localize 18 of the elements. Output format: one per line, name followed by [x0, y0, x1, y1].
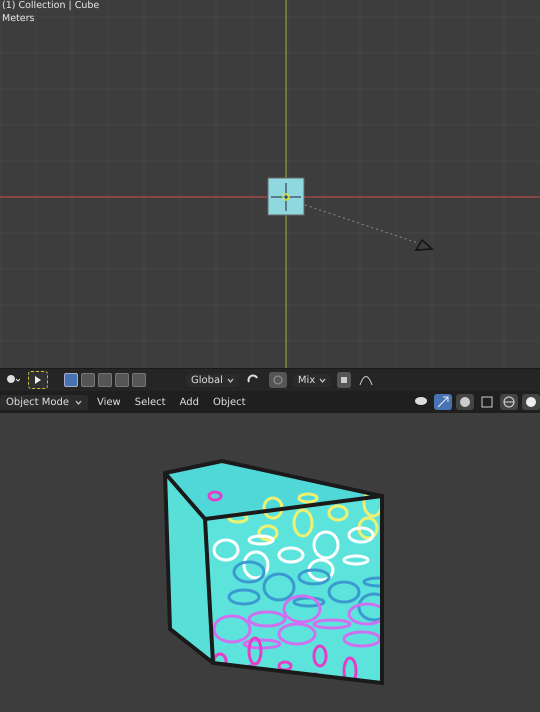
- cube-top-view[interactable]: [268, 178, 304, 216]
- menu-item[interactable]: Add: [174, 394, 204, 410]
- solid-shading-icon[interactable]: [522, 394, 540, 410]
- menu-item[interactable]: Object: [208, 394, 251, 410]
- chevron-icon: [226, 378, 234, 382]
- blend-dropdown[interactable]: Mix: [292, 374, 332, 386]
- overlay-text: (1) Collection | Cube: [2, 0, 100, 11]
- wireframe-shading-icon[interactable]: [500, 394, 518, 410]
- overlay-text: Meters: [2, 13, 36, 24]
- chevron-icon: [75, 400, 82, 404]
- mode-dropdown[interactable]: Object Mode: [0, 394, 88, 410]
- chevron-icon: [319, 378, 326, 382]
- orientation-dropdown[interactable]: Global: [186, 374, 239, 386]
- menu-item[interactable]: Select: [130, 394, 171, 410]
- menu-item[interactable]: View: [92, 394, 126, 410]
- proportional-edit-icon[interactable]: [268, 372, 287, 388]
- select-tool-icon[interactable]: [28, 371, 48, 389]
- cube-drawing[interactable]: [163, 458, 384, 686]
